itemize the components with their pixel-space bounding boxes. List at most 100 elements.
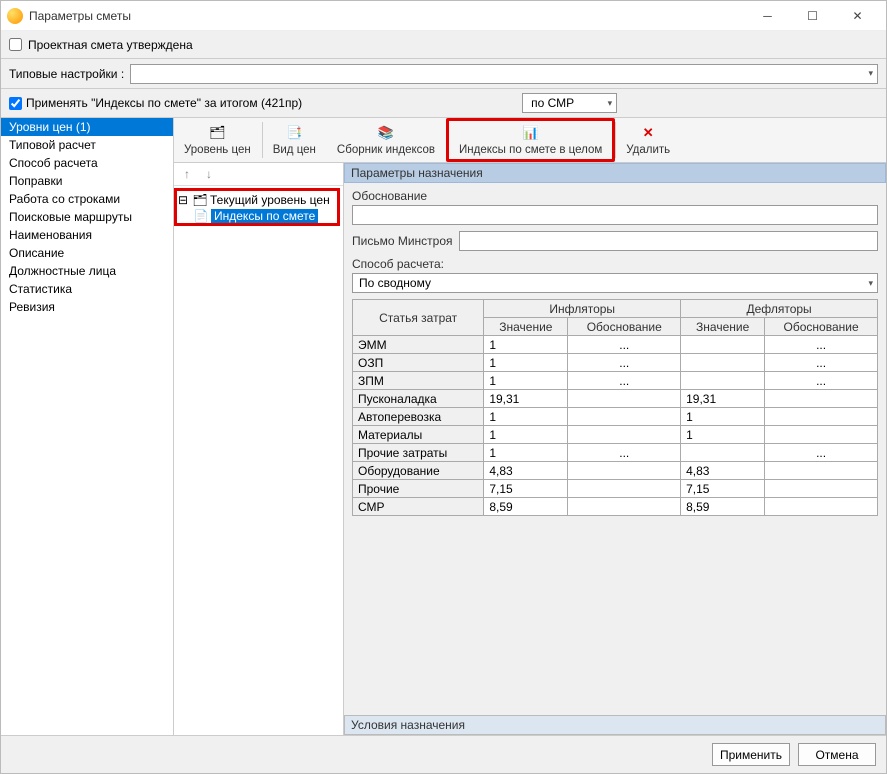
sidebar-item-routes[interactable]: Поисковые маршруты — [1, 208, 173, 226]
letter-input[interactable] — [459, 231, 878, 251]
approved-checkbox[interactable] — [9, 38, 22, 51]
cell-def-value[interactable] — [681, 444, 765, 462]
panel-header: Параметры назначения — [344, 163, 886, 183]
move-down-button[interactable]: ↓ — [200, 165, 218, 183]
folder-icon: 🗂 — [193, 193, 207, 207]
table-row[interactable]: Материалы 1 1 — [353, 426, 878, 444]
collection-icon: 📚 — [377, 124, 395, 142]
tb-label: Уровень цен — [184, 144, 251, 156]
cell-def-just[interactable]: ... — [765, 336, 878, 354]
cell-inf-just[interactable]: ... — [568, 354, 681, 372]
minus-icon[interactable]: ⊟ — [176, 193, 190, 207]
price-level-icon: 🗂 — [208, 124, 226, 142]
cell-inf-just[interactable] — [568, 408, 681, 426]
minimize-button[interactable]: ─ — [745, 2, 790, 30]
cell-def-just[interactable] — [765, 498, 878, 516]
table-row[interactable]: ЗПМ 1 ... ... — [353, 372, 878, 390]
justification-label: Обоснование — [352, 189, 878, 203]
cell-def-just[interactable]: ... — [765, 372, 878, 390]
cell-inf-value[interactable]: 1 — [484, 426, 568, 444]
cell-def-just[interactable]: ... — [765, 354, 878, 372]
tb-view-prices[interactable]: 📑 Вид цен — [263, 118, 327, 162]
maximize-button[interactable]: ☐ — [790, 2, 835, 30]
cell-def-just[interactable] — [765, 390, 878, 408]
table-row[interactable]: Прочие 7,15 7,15 — [353, 480, 878, 498]
cell-def-value[interactable] — [681, 372, 765, 390]
table-row[interactable]: Оборудование 4,83 4,83 — [353, 462, 878, 480]
cell-inf-value[interactable]: 19,31 — [484, 390, 568, 408]
move-up-button[interactable]: ↑ — [178, 165, 196, 183]
cell-def-just[interactable]: ... — [765, 444, 878, 462]
cell-inf-just[interactable] — [568, 390, 681, 408]
sidebar-item-names[interactable]: Наименования — [1, 226, 173, 244]
sidebar-item-rows[interactable]: Работа со строками — [1, 190, 173, 208]
apply-indices-checkbox[interactable] — [9, 97, 22, 110]
cell-inf-value[interactable]: 4,83 — [484, 462, 568, 480]
cell-def-value[interactable]: 1 — [681, 408, 765, 426]
tb-price-level[interactable]: 🗂 Уровень цен — [174, 118, 262, 162]
sidebar-item-corrections[interactable]: Поправки — [1, 172, 173, 190]
cell-article: Автоперевозка — [353, 408, 484, 426]
table-row[interactable]: ОЗП 1 ... ... — [353, 354, 878, 372]
cell-inf-value[interactable]: 1 — [484, 372, 568, 390]
sidebar-item-revision[interactable]: Ревизия — [1, 298, 173, 316]
cell-inf-just[interactable] — [568, 426, 681, 444]
cell-article: СМР — [353, 498, 484, 516]
cell-def-value[interactable] — [681, 354, 765, 372]
window-title: Параметры сметы — [29, 9, 745, 23]
cell-inf-just[interactable]: ... — [568, 336, 681, 354]
sidebar-item-statistics[interactable]: Статистика — [1, 280, 173, 298]
data-grid[interactable]: Статья затрат Инфляторы Дефляторы Значен… — [352, 299, 878, 516]
sidebar: Уровни цен (1) Типовой расчет Способ рас… — [1, 118, 174, 735]
tb-collection[interactable]: 📚 Сборник индексов — [327, 118, 446, 162]
tb-delete[interactable]: ✕ Удалить — [616, 118, 681, 162]
table-row[interactable]: Пусконаладка 19,31 19,31 — [353, 390, 878, 408]
cell-def-just[interactable] — [765, 426, 878, 444]
cell-def-value[interactable]: 8,59 — [681, 498, 765, 516]
cell-inf-value[interactable]: 1 — [484, 444, 568, 462]
type-settings-combo[interactable]: ▾ — [130, 64, 878, 84]
sidebar-item-calc-method[interactable]: Способ расчета — [1, 154, 173, 172]
cell-inf-value[interactable]: 8,59 — [484, 498, 568, 516]
cancel-button[interactable]: Отмена — [798, 743, 876, 766]
table-row[interactable]: Прочие затраты 1 ... ... — [353, 444, 878, 462]
cell-inf-just[interactable] — [568, 480, 681, 498]
close-button[interactable]: ✕ — [835, 2, 880, 30]
table-row[interactable]: ЭММ 1 ... ... — [353, 336, 878, 354]
cell-def-value[interactable]: 4,83 — [681, 462, 765, 480]
sidebar-item-typical[interactable]: Типовой расчет — [1, 136, 173, 154]
cell-inf-value[interactable]: 1 — [484, 354, 568, 372]
sidebar-item-description[interactable]: Описание — [1, 244, 173, 262]
tree-root[interactable]: ⊟ 🗂 Текущий уровень цен — [176, 192, 341, 208]
cell-inf-just[interactable] — [568, 498, 681, 516]
sidebar-item-price-levels[interactable]: Уровни цен (1) — [1, 118, 173, 136]
cell-inf-just[interactable]: ... — [568, 372, 681, 390]
window-buttons: ─ ☐ ✕ — [745, 2, 880, 30]
table-row[interactable]: Автоперевозка 1 1 — [353, 408, 878, 426]
cell-def-just[interactable] — [765, 408, 878, 426]
cell-inf-value[interactable]: 1 — [484, 408, 568, 426]
whole-indices-icon: 📊 — [522, 124, 540, 142]
work-type-select[interactable]: по СМР ▾ — [522, 93, 617, 113]
method-label: Способ расчета: — [352, 257, 878, 271]
justification-input[interactable] — [352, 205, 878, 225]
cell-def-value[interactable]: 7,15 — [681, 480, 765, 498]
col-inf-value: Значение — [484, 318, 568, 336]
cell-inf-value[interactable]: 1 — [484, 336, 568, 354]
apply-button[interactable]: Применить — [712, 743, 790, 766]
sidebar-item-officials[interactable]: Должностные лица — [1, 262, 173, 280]
cell-def-value[interactable]: 19,31 — [681, 390, 765, 408]
tree-child[interactable]: 📄 Индексы по смете — [194, 208, 341, 224]
method-select[interactable]: По сводному ▾ — [352, 273, 878, 293]
cell-inf-just[interactable]: ... — [568, 444, 681, 462]
cell-inf-value[interactable]: 7,15 — [484, 480, 568, 498]
cell-inf-just[interactable] — [568, 462, 681, 480]
tb-whole-indices[interactable]: 📊 Индексы по смете в целом — [446, 118, 615, 162]
cell-def-just[interactable] — [765, 462, 878, 480]
table-row[interactable]: СМР 8,59 8,59 — [353, 498, 878, 516]
cell-article: Оборудование — [353, 462, 484, 480]
cell-def-value[interactable] — [681, 336, 765, 354]
cell-def-value[interactable]: 1 — [681, 426, 765, 444]
tb-label: Индексы по смете в целом — [459, 144, 602, 156]
cell-def-just[interactable] — [765, 480, 878, 498]
